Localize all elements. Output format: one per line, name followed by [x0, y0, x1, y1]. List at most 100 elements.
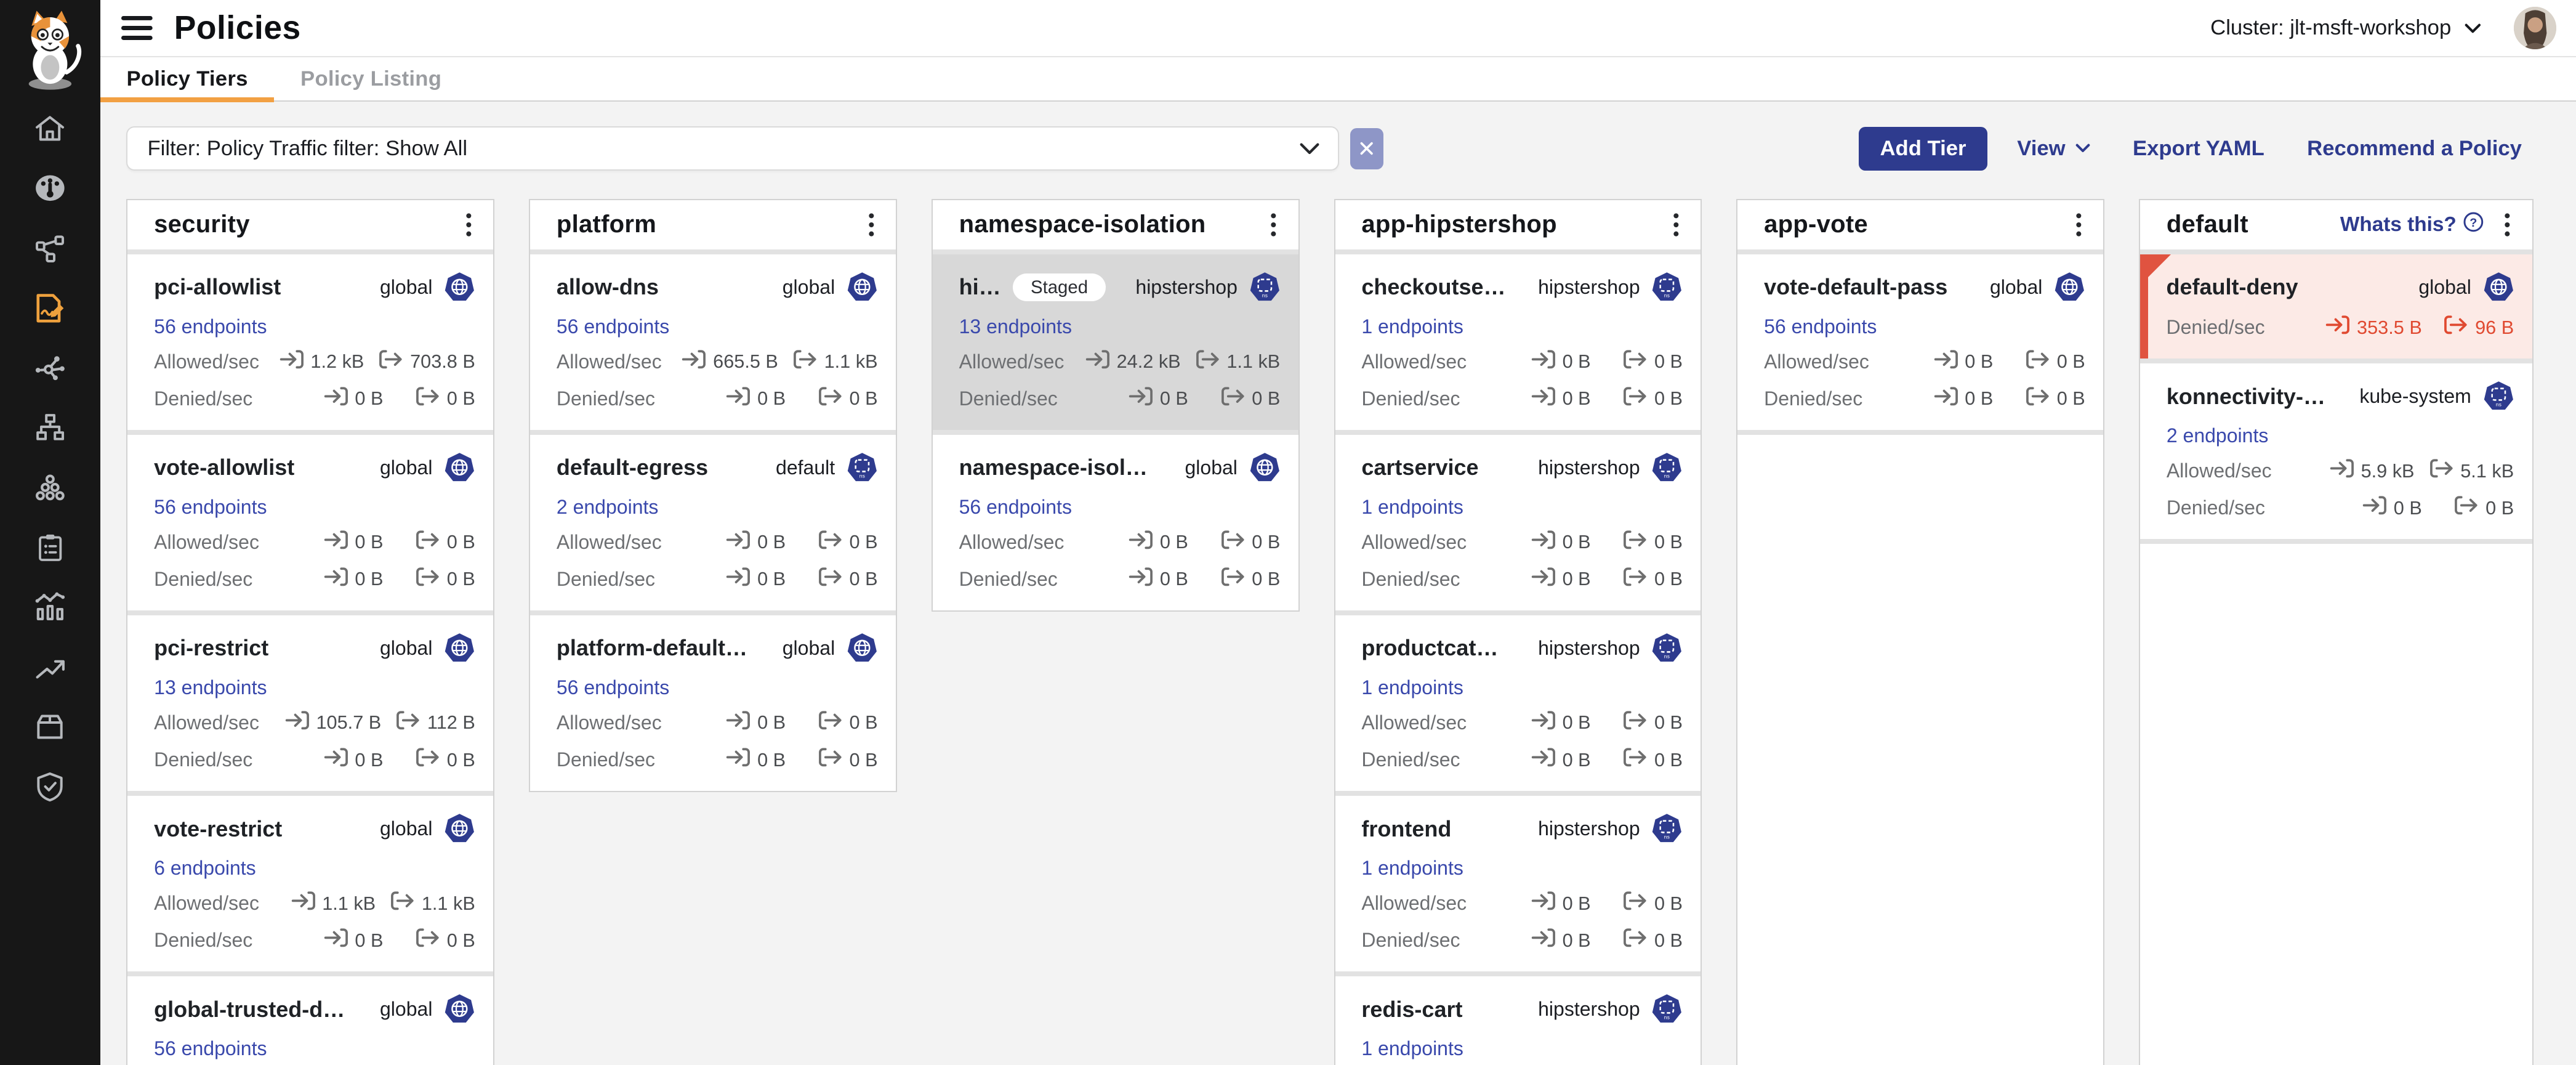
endpoints-link[interactable]: 56 endpoints — [959, 496, 1072, 519]
endpoints-link[interactable]: 56 endpoints — [1764, 315, 1877, 338]
sidebar-item-home[interactable] — [0, 99, 100, 158]
content-area: Filter: Policy Traffic filter: Show All … — [100, 102, 2576, 1065]
policy-name: productcatalogservice — [1361, 635, 1508, 661]
stat-label: Allowed/sec — [1361, 711, 1499, 734]
policy-card-global-trusted-domains[interactable]: global-trusted-domains global 56 endpoin… — [127, 976, 493, 1065]
sidebar-item-dashboard[interactable] — [0, 158, 100, 218]
add-tier-button[interactable]: Add Tier — [1859, 127, 1987, 171]
endpoints-link[interactable]: 56 endpoints — [154, 1037, 267, 1060]
hamburger-menu-icon[interactable] — [115, 9, 159, 47]
endpoints-link[interactable]: 6 endpoints — [154, 857, 256, 880]
endpoints-link[interactable]: 13 endpoints — [154, 676, 267, 699]
sidebar-item-images[interactable] — [0, 697, 100, 756]
endpoints-link[interactable]: 2 endpoints — [557, 496, 659, 519]
endpoints-link[interactable]: 1 endpoints — [1361, 496, 1463, 519]
kebab-menu-icon[interactable] — [2498, 209, 2518, 241]
svg-text:ns: ns — [2495, 402, 2501, 408]
endpoints-link[interactable]: 56 endpoints — [557, 676, 669, 699]
namespace-icon: ns — [1249, 272, 1281, 303]
egress-icon — [2454, 495, 2479, 521]
sidebar-item-topology[interactable] — [0, 398, 100, 458]
endpoints-link[interactable]: 1 endpoints — [1361, 676, 1463, 699]
policy-card-cartservice[interactable]: cartservice hipstershop ns1 endpoints Al… — [1335, 435, 1701, 610]
kebab-menu-icon[interactable] — [861, 209, 881, 241]
ingress-icon — [726, 747, 751, 773]
kebab-menu-icon[interactable] — [1264, 209, 1284, 241]
policy-card-default-egress[interactable]: default-egress default ns2 endpoints All… — [530, 435, 896, 610]
kebab-menu-icon[interactable] — [459, 209, 478, 241]
policy-name: hipstershop-gh… — [959, 274, 1001, 300]
export-yaml-button[interactable]: Export YAML — [2120, 127, 2278, 171]
denied-ingress-value: 0 B — [291, 386, 383, 412]
tier-header: namespace-isolation — [933, 200, 1298, 249]
denied-ingress-value: 0 B — [1901, 386, 1993, 412]
policy-card-frontend[interactable]: frontend hipstershop ns1 endpoints Allow… — [1335, 796, 1701, 971]
ingress-icon — [1934, 386, 1958, 412]
endpoints-link[interactable]: 13 endpoints — [959, 315, 1072, 338]
home-icon — [33, 111, 67, 146]
policy-card-vote-restrict[interactable]: vote-restrict global 6 endpoints Allowed… — [127, 796, 493, 971]
sidebar-item-trends[interactable] — [0, 637, 100, 697]
sidebar-item-policies[interactable] — [0, 278, 100, 338]
tier-column-app-hipstershop: app-hipstershop checkoutservice hipsters… — [1334, 199, 1702, 1065]
scope-label: hipstershop — [1538, 276, 1640, 299]
allowed-egress-value: 0 B — [2008, 349, 2085, 375]
molecule-icon — [32, 350, 68, 386]
sidebar-item-flows[interactable] — [0, 338, 100, 398]
denied-ingress-value: 0 B — [1096, 566, 1188, 593]
denied-per-sec-row: Denied/sec 0 B 0 B — [154, 747, 475, 773]
ingress-icon — [1531, 927, 1556, 954]
sidebar-item-threat-defense[interactable] — [0, 756, 100, 816]
global-scope-icon — [444, 452, 475, 484]
tab-policy-listing[interactable]: Policy Listing — [274, 57, 468, 100]
endpoints-link[interactable]: 2 endpoints — [2167, 424, 2269, 447]
policy-card-vote-default-pass[interactable]: vote-default-pass global 56 endpoints Al… — [1737, 254, 2103, 430]
sidebar-item-compliance[interactable] — [0, 517, 100, 577]
endpoints-link[interactable]: 1 endpoints — [1361, 857, 1463, 880]
tab-policy-tiers[interactable]: Policy Tiers — [100, 57, 275, 100]
sidebar-item-service-graph[interactable] — [0, 218, 100, 278]
policy-card-vote-allowlist[interactable]: vote-allowlist global 56 endpoints Allow… — [127, 435, 493, 610]
filter-label: Filter: Policy Traffic filter: Show All — [147, 137, 467, 161]
policy-filter-select[interactable]: Filter: Policy Traffic filter: Show All — [126, 126, 1338, 171]
policy-card-checkoutservice[interactable]: checkoutservice hipstershop ns1 endpoint… — [1335, 254, 1701, 430]
gauge-icon — [32, 170, 68, 206]
stat-label: Denied/sec — [1361, 387, 1499, 410]
egress-icon — [1623, 710, 1648, 736]
kebab-menu-icon[interactable] — [2069, 209, 2088, 241]
policy-card-namespace-isolation-default-p[interactable]: namespace-isolation-default-p… global 56… — [933, 435, 1298, 610]
policy-card-allow-dns[interactable]: allow-dns global 56 endpoints Allowed/se… — [530, 254, 896, 430]
policy-card-productcatalogservice[interactable]: productcatalogservice hipstershop ns1 en… — [1335, 615, 1701, 791]
policy-card-pci-restrict[interactable]: pci-restrict global 13 endpoints Allowed… — [127, 615, 493, 791]
denied-per-sec-row: Denied/sec 0 B 0 B — [1361, 566, 1683, 593]
kebab-menu-icon[interactable] — [1666, 209, 1686, 241]
policy-card-hipstershop-gh[interactable]: hipstershop-gh…Staged hipstershop ns13 e… — [933, 254, 1298, 430]
allowed-egress-value: 0 B — [1606, 529, 1683, 556]
policy-card-redis-cart[interactable]: redis-cart hipstershop ns1 endpoints All… — [1335, 976, 1701, 1065]
endpoints-link[interactable]: 1 endpoints — [1361, 1037, 1463, 1060]
egress-icon — [1221, 529, 1246, 556]
global-scope-icon — [444, 994, 475, 1025]
endpoints-link[interactable]: 56 endpoints — [154, 315, 267, 338]
tab-label: Policy Listing — [300, 67, 441, 91]
policy-card-platform-default-pass[interactable]: platform-default-pass global 56 endpoint… — [530, 615, 896, 791]
endpoints-link[interactable]: 56 endpoints — [154, 496, 267, 519]
endpoints-link[interactable]: 56 endpoints — [557, 315, 669, 338]
whats-this-link[interactable]: Whats this? ? — [2340, 211, 2484, 238]
clear-filter-button[interactable] — [1350, 128, 1383, 169]
allowed-per-sec-row: Allowed/sec 665.5 B 1.1 kB — [557, 349, 878, 375]
allowed-egress-value: 0 B — [800, 710, 877, 736]
user-avatar[interactable] — [2514, 7, 2556, 49]
stat-label: Allowed/sec — [154, 531, 291, 554]
recommend-policy-button[interactable]: Recommend a Policy — [2294, 127, 2535, 171]
policy-card-pci-allowlist[interactable]: pci-allowlist global 56 endpoints Allowe… — [127, 254, 493, 430]
cluster-selector[interactable]: Cluster: jlt-msft-workshop — [2200, 15, 2490, 42]
sidebar-item-statistics[interactable] — [0, 577, 100, 637]
policy-card-default-deny[interactable]: default-deny global Denied/sec 353.5 B 9… — [2140, 254, 2532, 358]
policy-card-title-row: vote-default-pass global — [1764, 271, 2085, 304]
allowed-ingress-value: 0 B — [694, 529, 786, 556]
view-menu-button[interactable]: View — [2004, 127, 2103, 171]
endpoints-link[interactable]: 1 endpoints — [1361, 315, 1463, 338]
sidebar-item-endpoints[interactable] — [0, 458, 100, 517]
policy-card-konnectivity-agent[interactable]: konnectivity-agent kube-system ns2 endpo… — [2140, 363, 2532, 539]
